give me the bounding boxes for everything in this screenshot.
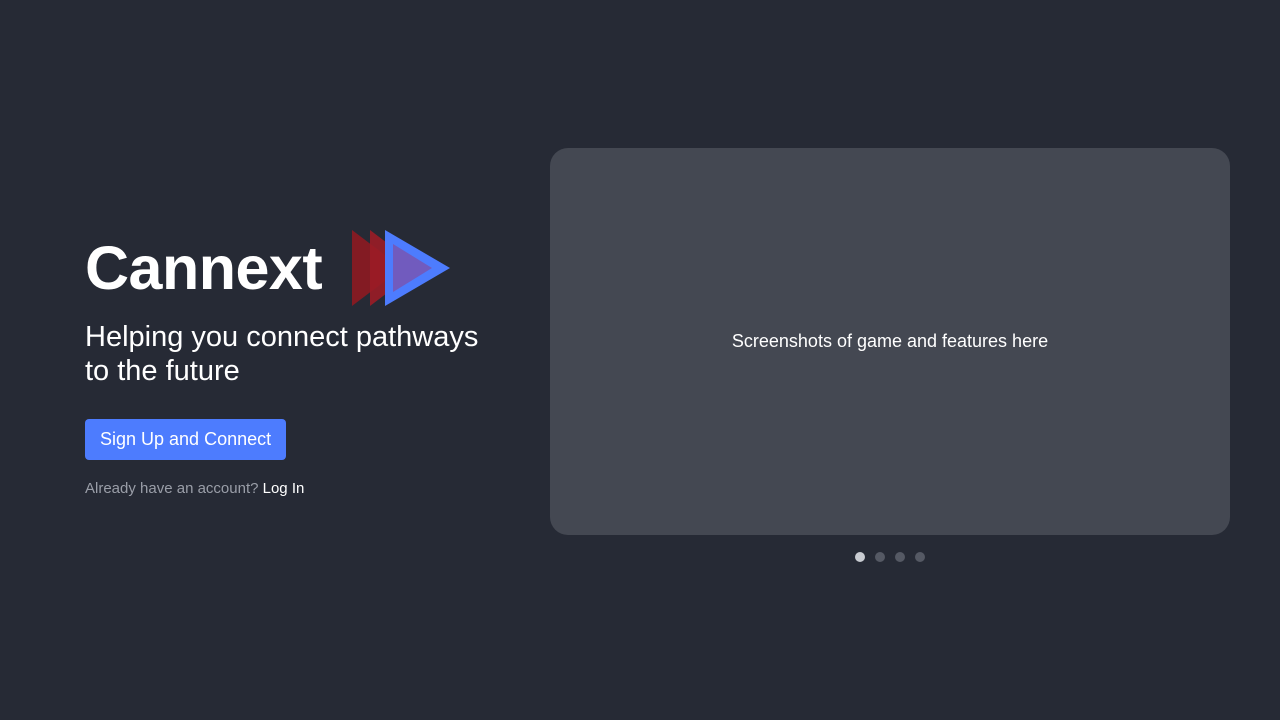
brand-name: Cannext	[85, 234, 323, 302]
screenshot-carousel: Screenshots of game and features here	[550, 148, 1230, 535]
sign-up-button[interactable]: Sign Up and Connect	[85, 419, 287, 460]
brand-header: Cannext	[85, 228, 525, 308]
tagline: Helping you connect pathways to the futu…	[85, 321, 479, 387]
carousel-placeholder-text: Screenshots of game and features here	[731, 331, 1049, 351]
carousel-dot-4[interactable]	[915, 552, 925, 562]
login-prompt-text: Already have an account?	[85, 480, 259, 497]
landing-page: Cannext Helping you connect pathways to …	[0, 0, 1280, 720]
login-prompt-line: Already have an account? Log In	[85, 480, 525, 497]
login-link[interactable]: Log In	[263, 480, 305, 497]
carousel-pagination	[855, 552, 925, 562]
carousel-dot-2[interactable]	[875, 552, 885, 562]
double-play-arrow-logo-icon	[352, 230, 451, 306]
hero-section: Cannext Helping you connect pathways to …	[85, 228, 525, 497]
carousel-dot-1[interactable]	[855, 552, 865, 562]
carousel-dot-3[interactable]	[895, 552, 905, 562]
